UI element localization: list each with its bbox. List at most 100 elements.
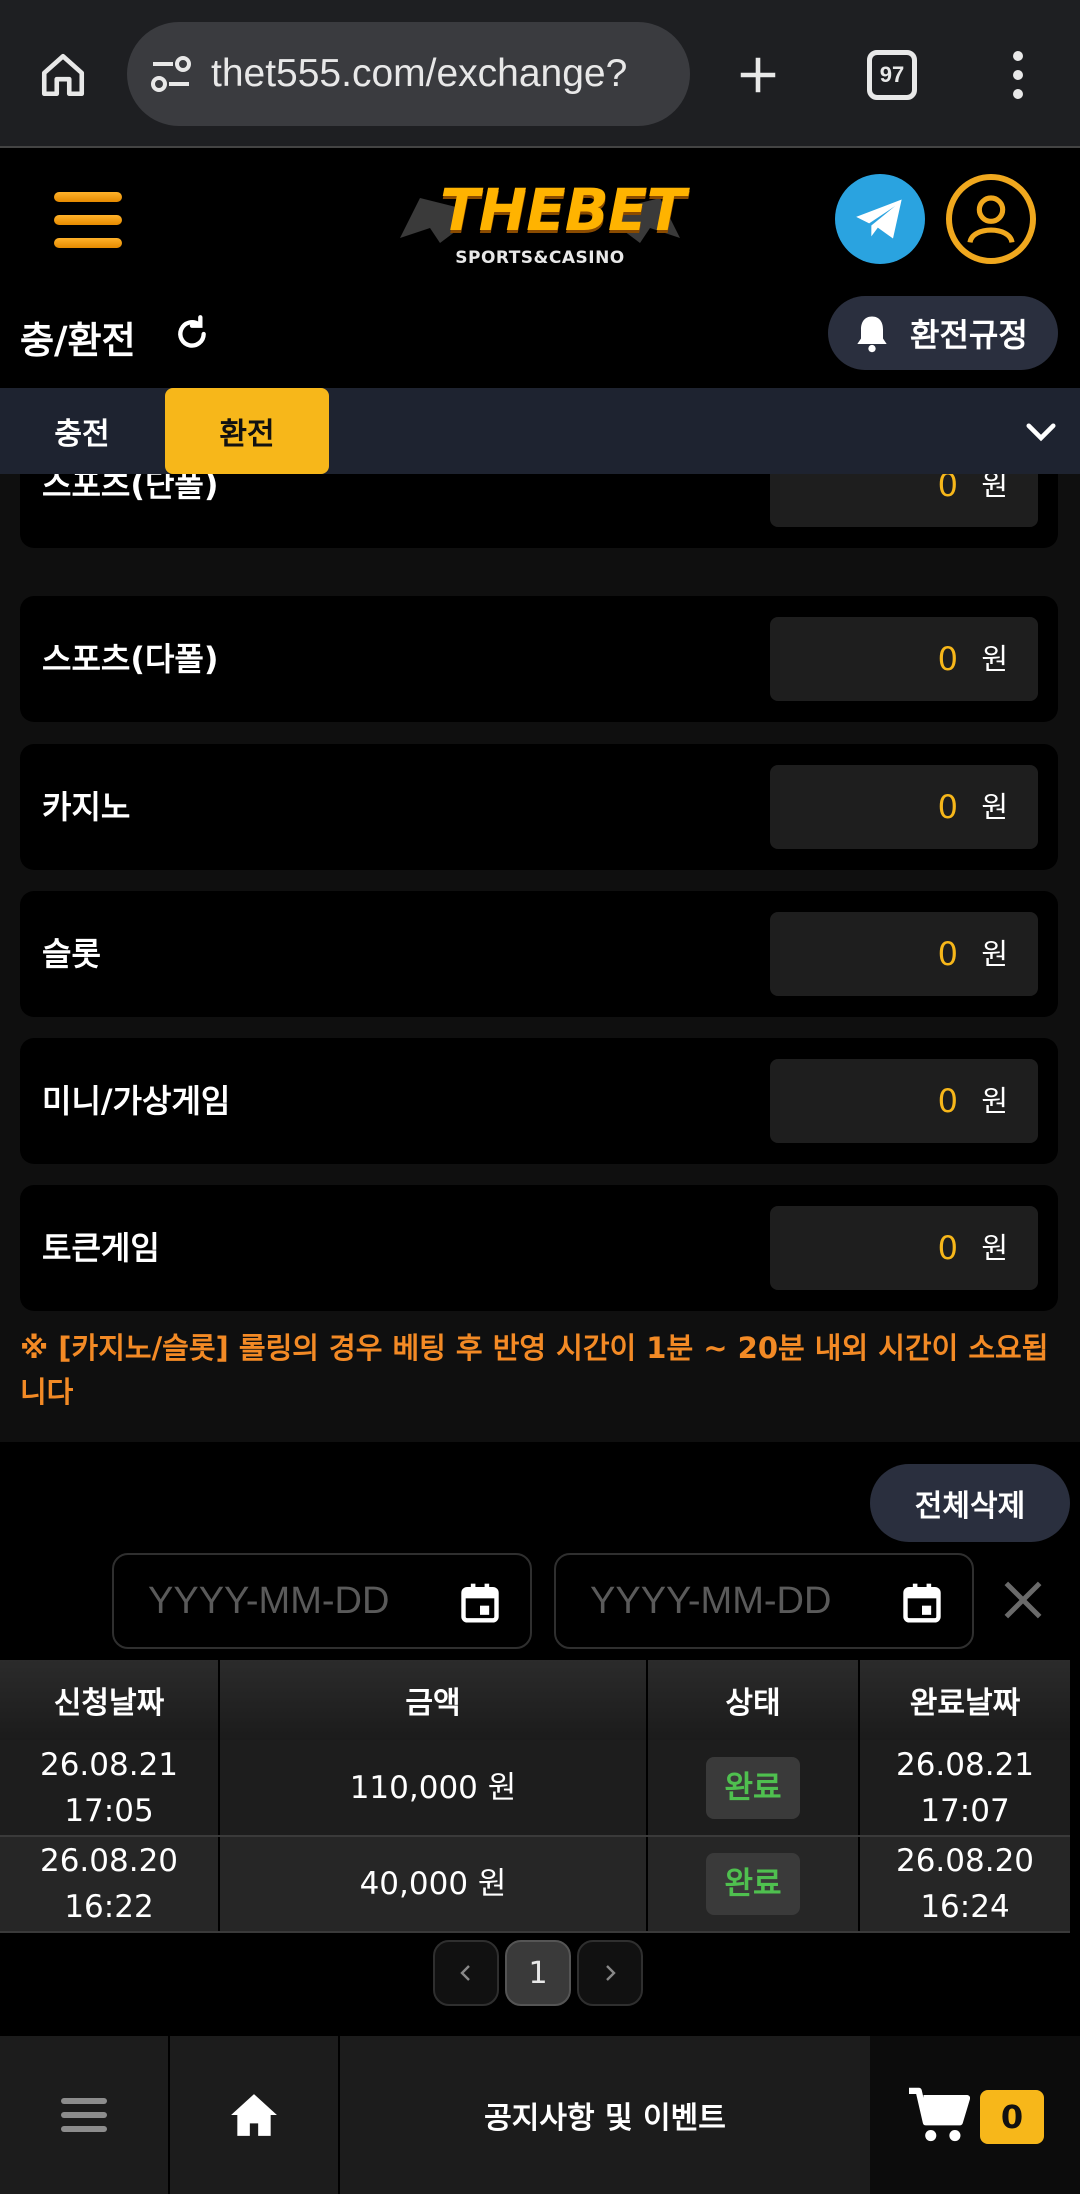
site-info-icon[interactable] [147,50,195,98]
request-datetime-cell: 26.08.21 17:05 [0,1740,220,1837]
page-title: 충/환전 [20,319,136,362]
done-date: 26.08.21 [895,1746,1035,1783]
notice-event-button[interactable]: 공지사항 및 이벤트 [340,2036,870,2194]
menu-icon[interactable] [54,192,122,248]
status-cell: 완료 [647,1836,860,1933]
browser-toolbar: thet555.com/exchange? 97 [0,0,1080,148]
request-date: 26.08.20 [39,1843,179,1879]
user-icon[interactable] [946,174,1036,264]
telegram-icon[interactable] [835,174,925,264]
rolling-unit: 원 [981,642,1008,676]
rolling-value-box: 0 원 [770,1206,1038,1290]
request-datetime-cell: 26.08.20 16:22 [0,1836,220,1933]
rolling-unit: 원 [981,1084,1008,1118]
amount-cell: 40,000 원 [219,1836,648,1933]
end-date-field[interactable] [554,1553,974,1649]
rolling-row-token-game: 토큰게임 0 원 [20,1185,1058,1311]
rolling-label: 스포츠(단폴) [42,474,219,504]
address-bar[interactable]: thet555.com/exchange? [127,22,690,126]
delete-all-button[interactable]: 전체삭제 [870,1464,1070,1542]
rolling-row-sports-single: 스포츠(단폴) 0 원 [20,474,1058,548]
chevron-down-icon[interactable] [1020,410,1062,452]
request-time: 17:05 [64,1792,154,1829]
rolling-value: 0 [937,474,958,504]
exchange-history-table: 신청날짜 금액 상태 완료날짜 26.08.21 17:05 110,000 원 … [0,1660,1070,1933]
rolling-label: 토큰게임 [42,1229,160,1267]
amount-cell: 110,000 원 [219,1740,648,1837]
done-time: 16:24 [920,1889,1010,1925]
table-row: 26.08.21 17:05 110,000 원 완료 26.08.21 17:07 [0,1740,1070,1837]
request-time: 16:22 [64,1889,154,1925]
betslip-button[interactable]: 0 [870,2036,1080,2194]
home-icon[interactable] [28,42,98,108]
bell-icon [857,316,887,353]
rolling-value: 0 [937,1082,958,1120]
rolling-value: 0 [937,640,958,678]
bottom-nav: 공지사항 및 이벤트 0 [0,2036,1080,2194]
rolling-unit: 원 [981,1231,1008,1265]
start-date-field[interactable] [112,1553,532,1649]
column-header: 신청날짜 [0,1660,220,1740]
site-header: THEBET SPORTS&CASINO [0,150,1080,290]
prev-page-button[interactable] [433,1940,499,2006]
close-icon[interactable] [998,1575,1048,1625]
url-text: thet555.com/exchange? [211,52,628,95]
rolling-value-box: 0 원 [770,617,1038,701]
status-cell: 완료 [647,1740,860,1837]
rolling-value-box: 0 원 [770,474,1038,527]
bottom-menu-button[interactable] [0,2036,170,2194]
chevron-right-icon [606,1965,616,1981]
home-icon [231,2094,277,2136]
pagination: 1 [433,1940,643,2006]
chevron-left-icon [460,1965,470,1981]
calendar-icon[interactable] [458,1579,502,1625]
tab-switcher-button[interactable]: 97 [867,50,917,100]
page-number-button[interactable]: 1 [505,1940,571,2006]
rolling-value: 0 [937,1229,958,1267]
column-header: 완료날짜 [859,1660,1070,1740]
logo-sub-text: SPORTS&CASINO [455,248,625,268]
rolling-unit: 원 [981,790,1008,824]
new-tab-icon[interactable] [722,42,794,108]
rolling-value-box: 0 원 [770,912,1038,996]
bottom-home-button[interactable] [170,2036,340,2194]
next-page-button[interactable] [577,1940,643,2006]
more-menu-icon[interactable] [1000,42,1036,108]
calendar-icon[interactable] [900,1579,944,1625]
exchange-rules-button[interactable]: 환전규정 [828,296,1058,370]
rolling-row-casino: 카지노 0 원 [20,744,1058,870]
tab-bar: 충전 환전 [0,388,1080,474]
request-date: 26.08.21 [39,1746,179,1783]
done-datetime-cell: 26.08.20 16:24 [859,1836,1070,1933]
end-date-input[interactable] [590,1555,880,1647]
done-datetime-cell: 26.08.21 17:07 [859,1740,1070,1837]
rolling-value-box: 0 원 [770,765,1038,849]
tab-exchange[interactable]: 환전 [165,388,329,474]
refresh-icon[interactable] [172,314,212,354]
rolling-notice: ※ [카지노/슬롯] 롤링의 경우 베팅 후 반영 시간이 1분 ~ 20분 내… [20,1331,1049,1409]
done-time: 17:07 [920,1792,1010,1829]
rolling-row-mini-virtual: 미니/가상게임 0 원 [20,1038,1058,1164]
tab-charge[interactable]: 충전 [0,388,164,474]
rolling-label: 스포츠(다폴) [42,640,219,678]
start-date-input[interactable] [148,1555,438,1647]
table-header-row: 신청날짜 금액 상태 완료날짜 [0,1660,1070,1740]
rolling-row-slot: 슬롯 0 원 [20,891,1058,1017]
table-row: 26.08.20 16:22 40,000 원 완료 26.08.20 16:24 [0,1836,1070,1933]
column-header: 금액 [219,1660,648,1740]
rolling-unit: 원 [981,937,1008,971]
rolling-unit: 원 [981,474,1008,502]
cart-icon [909,2087,970,2142]
rolling-label: 미니/가상게임 [42,1082,231,1120]
rolling-label: 카지노 [42,788,131,826]
done-date: 26.08.20 [895,1843,1035,1879]
column-header: 상태 [647,1660,860,1740]
menu-icon [61,2098,107,2132]
rolling-value: 0 [937,935,958,973]
logo-main-text: THEBET [440,176,686,244]
site-logo[interactable]: THEBET SPORTS&CASINO [400,170,686,280]
rolling-list: 스포츠(단폴) 0 원 스포츠(다폴) 0 원 카지노 0 원 슬롯 0 원 미… [0,474,1080,1442]
status-badge: 완료 [706,1756,800,1819]
page-title-row: 충/환전 환전규정 [0,290,1080,388]
cart-count-badge: 0 [980,2090,1044,2144]
